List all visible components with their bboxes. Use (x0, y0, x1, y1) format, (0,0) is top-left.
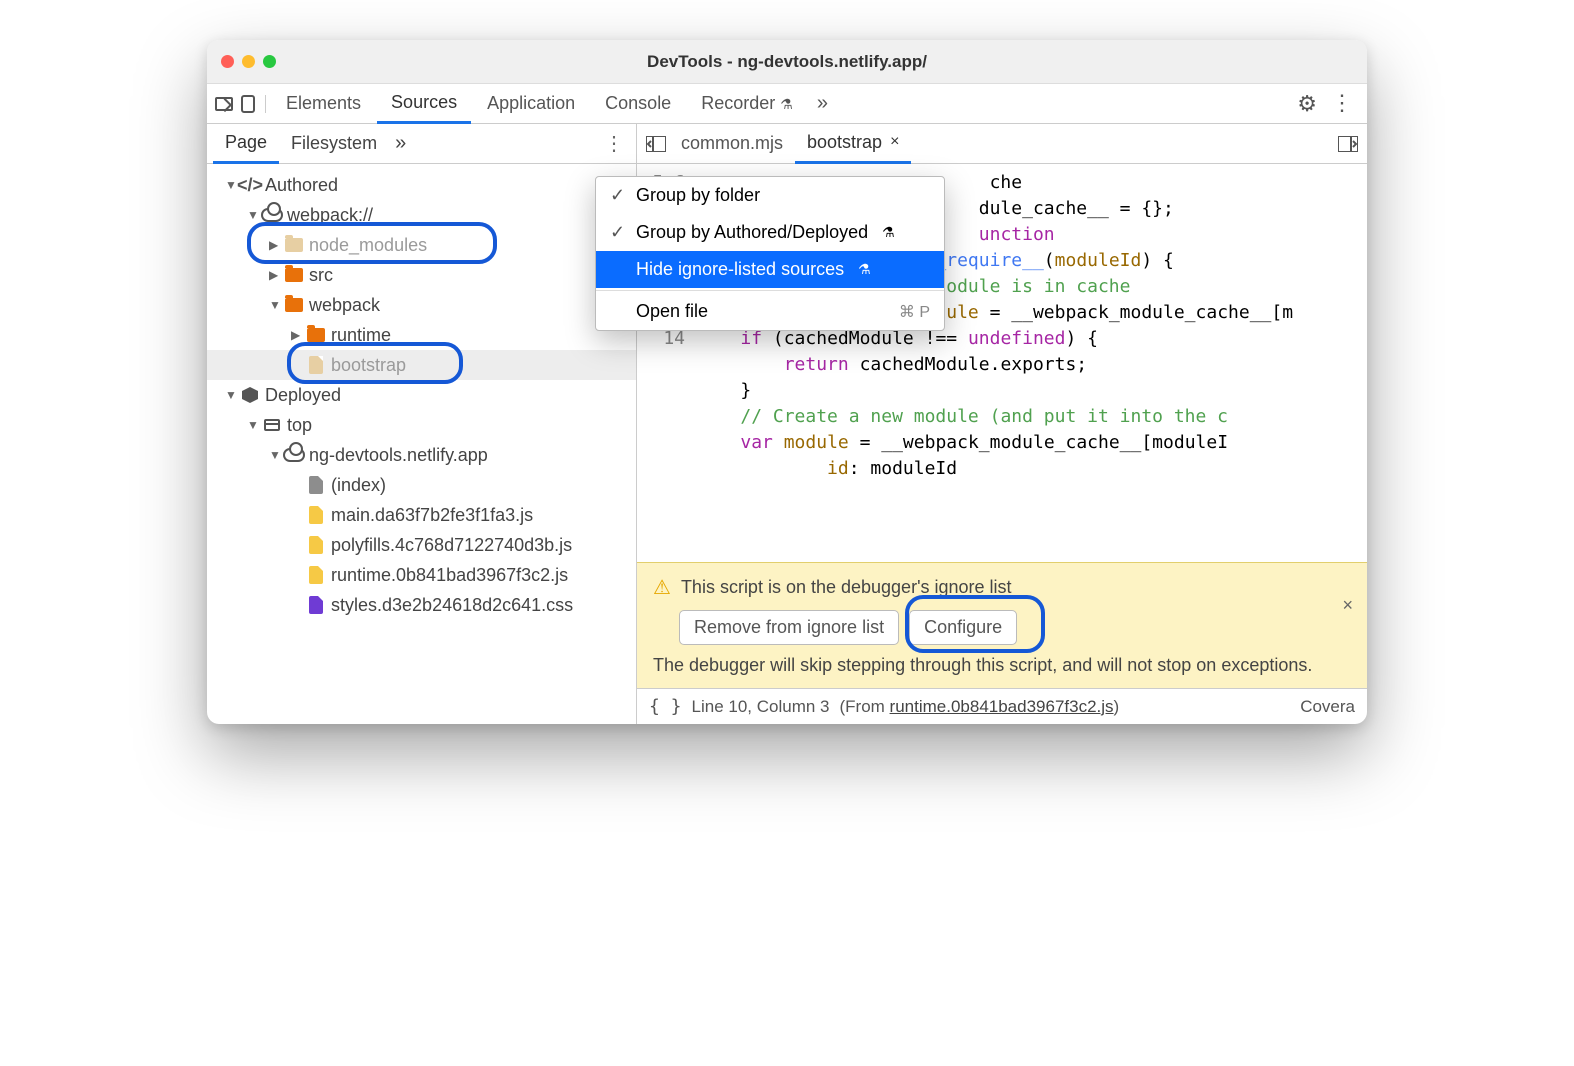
warning-icon: ⚠ (653, 575, 671, 600)
devtools-window: DevTools - ng-devtools.netlify.app/ Elem… (207, 40, 1367, 724)
status-bar: { } Line 10, Column 3 (From runtime.0b84… (637, 688, 1367, 724)
more-tabs-chevron[interactable]: » (809, 92, 836, 115)
coverage-label: Covera (1300, 697, 1355, 717)
infobar-footer: The debugger will skip stepping through … (653, 655, 1351, 676)
filetab-bootstrap[interactable]: bootstrap× (795, 124, 911, 164)
configure-button[interactable]: Configure (909, 610, 1017, 645)
inspect-icon[interactable] (215, 97, 233, 111)
navigator-context-menu: ✓Group by folder ✓Group by Authored/Depl… (595, 176, 945, 331)
menu-hide-ignore-listed[interactable]: Hide ignore-listed sources⚗ (596, 251, 944, 288)
navigator-tabs: Page Filesystem » ⋮ (207, 124, 636, 164)
tree-file-index[interactable]: (index) (207, 470, 636, 500)
shortcut-label: ⌘ P (899, 302, 930, 322)
menu-group-by-authored[interactable]: ✓Group by Authored/Deployed⚗ (596, 214, 944, 251)
device-toolbar-icon[interactable] (241, 95, 255, 113)
folder-icon (285, 238, 303, 252)
cube-icon (242, 387, 258, 403)
sidetab-page[interactable]: Page (213, 124, 279, 164)
remove-from-ignore-button[interactable]: Remove from ignore list (679, 610, 899, 645)
menu-separator (596, 290, 944, 291)
navigator-menu-icon[interactable]: ⋮ (598, 131, 630, 156)
menu-icon[interactable]: ⋮ (1331, 90, 1353, 116)
tree-host[interactable]: ▼ng-devtools.netlify.app (207, 440, 636, 470)
maximize-window-button[interactable] (263, 55, 276, 68)
tab-sources[interactable]: Sources (377, 84, 471, 124)
tab-console[interactable]: Console (591, 85, 685, 122)
file-icon (309, 536, 323, 554)
navigator-sidebar: Page Filesystem » ⋮ ▼</>Authored ▼webpac… (207, 124, 637, 724)
editor-pane: common.mjs bootstrap× 5 6 7 8 9 10 11 12… (637, 124, 1367, 724)
file-icon (309, 356, 323, 374)
flask-icon: ⚗ (780, 96, 793, 112)
source-link[interactable]: runtime.0b841bad3967f3c2.js (890, 697, 1114, 716)
tree-file-runtime[interactable]: runtime.0b841bad3967f3c2.js (207, 560, 636, 590)
folder-icon (307, 328, 325, 342)
cloud-icon (283, 448, 305, 462)
main-toolbar: Elements Sources Application Console Rec… (207, 84, 1367, 124)
tree-src[interactable]: ▶src (207, 260, 636, 290)
close-infobar-icon[interactable]: × (1342, 595, 1353, 616)
sidetab-filesystem[interactable]: Filesystem (279, 125, 389, 162)
tab-elements[interactable]: Elements (272, 85, 375, 122)
tab-application[interactable]: Application (473, 85, 589, 122)
tab-recorder[interactable]: Recorder ⚗ (687, 85, 807, 122)
folder-icon (285, 298, 303, 312)
tree-webpack-folder[interactable]: ▼webpack (207, 290, 636, 320)
close-tab-icon[interactable]: × (890, 133, 899, 151)
file-tree: ▼</>Authored ▼webpack:// ▶node_modules ▶… (207, 164, 636, 724)
file-icon (309, 596, 323, 614)
infobar-message: This script is on the debugger's ignore … (681, 577, 1012, 598)
tree-file-polyfills[interactable]: polyfills.4c768d7122740d3b.js (207, 530, 636, 560)
tree-authored[interactable]: ▼</>Authored (207, 170, 636, 200)
tree-deployed[interactable]: ▼Deployed (207, 380, 636, 410)
window-controls (221, 55, 276, 68)
ignore-list-infobar: ⚠ This script is on the debugger's ignore… (637, 562, 1367, 688)
tree-webpack-root[interactable]: ▼webpack:// (207, 200, 636, 230)
folder-icon (285, 268, 303, 282)
cursor-position: Line 10, Column 3 (692, 697, 830, 717)
tree-node-modules[interactable]: ▶node_modules (207, 230, 636, 260)
menu-group-by-folder[interactable]: ✓Group by folder (596, 177, 944, 214)
minimize-window-button[interactable] (242, 55, 255, 68)
tree-file-styles[interactable]: styles.d3e2b24618d2c641.css (207, 590, 636, 620)
filetab-common[interactable]: common.mjs (669, 125, 795, 162)
file-icon (309, 506, 323, 524)
flask-icon: ⚗ (858, 261, 871, 278)
cloud-icon (261, 208, 283, 222)
tree-runtime[interactable]: ▶runtime (207, 320, 636, 350)
window-title: DevTools - ng-devtools.netlify.app/ (207, 52, 1367, 72)
tree-bootstrap[interactable]: bootstrap (207, 350, 636, 380)
more-sidetabs-chevron[interactable]: » (395, 132, 406, 155)
tree-file-main[interactable]: main.da63f7b2fe3f1fa3.js (207, 500, 636, 530)
frame-icon (264, 419, 280, 431)
toggle-navigator-icon[interactable] (643, 136, 669, 152)
flask-icon: ⚗ (882, 224, 895, 241)
tree-top[interactable]: ▼top (207, 410, 636, 440)
pretty-print-icon[interactable]: { } (649, 696, 682, 717)
file-icon (309, 566, 323, 584)
close-window-button[interactable] (221, 55, 234, 68)
settings-icon[interactable]: ⚙ (1297, 91, 1317, 117)
toggle-debugger-icon[interactable] (1335, 136, 1361, 152)
titlebar: DevTools - ng-devtools.netlify.app/ (207, 40, 1367, 84)
menu-open-file[interactable]: Open file⌘ P (596, 293, 944, 330)
file-icon (309, 476, 323, 494)
